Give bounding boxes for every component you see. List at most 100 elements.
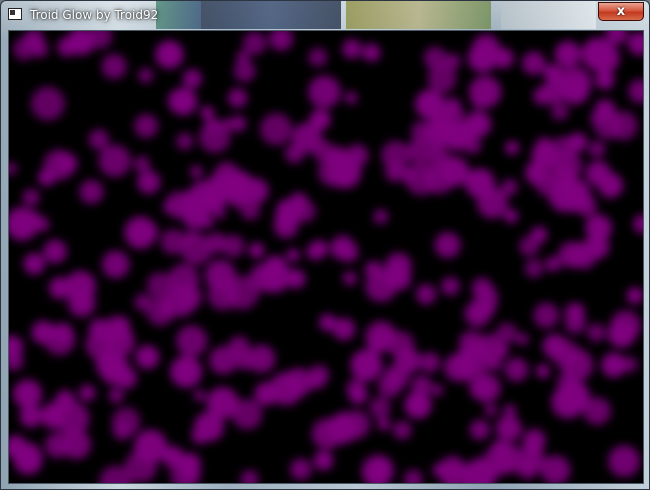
glow-particle [163,200,177,214]
glow-particle [387,331,415,358]
glow-particle [367,48,380,61]
glow-particle [189,165,203,179]
glow-particle [434,232,461,258]
glow-particle [332,318,356,341]
glow-particle [463,135,482,154]
glow-particle [342,39,362,59]
glow-canvas[interactable] [8,30,644,484]
glow-particle [247,344,276,373]
glow-particle [495,415,522,442]
glow-particle [112,421,132,441]
glow-particle [290,458,312,480]
glow-particle [533,86,552,106]
glow-particle [308,47,328,67]
glow-particle [522,428,546,452]
glow-particle [469,419,490,440]
glow-particle [176,325,208,357]
glow-particle [214,162,240,187]
glow-particle [206,232,227,253]
glow-particle [517,458,538,480]
glow-particle [424,116,455,147]
glow-particle [19,405,43,428]
glow-particle [468,375,493,400]
app-window: Troid Glow by Troid92 x [0,0,650,490]
glow-particle [551,102,569,121]
glow-particle [236,50,250,64]
window-title: Troid Glow by Troid92 [30,8,159,22]
glow-particle [88,129,109,150]
glow-particle [536,364,550,379]
glow-particle [31,40,49,58]
glow-particle [471,277,493,299]
glow-particle [346,378,366,399]
glow-particle [108,387,125,404]
glow-particle [260,113,293,146]
glow-particle [308,75,341,109]
glow-particle [101,54,127,79]
glow-particle [350,349,383,382]
glow-particle [327,413,358,445]
app-window-icon[interactable] [8,8,22,20]
glow-particle [286,248,300,262]
glow-particle [133,156,150,173]
glow-particle [101,250,130,279]
glow-particle [264,255,287,278]
glow-particle [423,161,456,194]
glow-particle [554,41,581,68]
glow-particle [146,297,175,327]
glow-particle [231,399,263,430]
glow-particle [27,211,41,225]
glow-particle [170,355,203,388]
glow-particle [587,323,606,342]
glow-particle [23,253,45,275]
glow-particle [441,277,460,296]
glow-particle [55,390,76,410]
glow-particle [308,364,330,386]
glow-particle [416,284,437,305]
glow-particle [176,132,194,150]
glow-particle [306,243,324,261]
glow-particle [43,149,75,181]
glow-particle [343,271,357,286]
glow-particle [423,46,447,70]
glow-particle [516,332,529,346]
glow-particle [330,235,356,261]
title-bar[interactable]: Troid Glow by Troid92 x [1,1,649,29]
glow-particle [248,242,265,259]
glow-particle [404,391,432,419]
glow-particle [535,136,554,155]
glow-particle [182,69,202,89]
glow-particle [345,144,369,167]
glow-particle [138,68,154,83]
glow-particle [388,267,412,291]
glow-particle [543,64,558,80]
glow-particle [472,34,500,61]
glow-particle [191,427,209,445]
glow-particle [240,200,261,220]
glow-particle [292,122,322,153]
glow-particle [242,178,269,204]
glow-particle [381,140,410,170]
glow-particle [313,450,334,471]
glow-particle [254,382,279,406]
glow-particle [608,320,636,348]
glow-particle [22,188,40,207]
glow-particle [155,40,184,69]
glow-particle [242,31,267,55]
glow-particle [344,91,358,105]
close-button[interactable]: x [598,2,644,21]
glow-particle [565,302,585,323]
glow-particle [522,51,546,75]
glow-particle [135,345,160,369]
glow-particle [464,300,492,328]
glow-particle [504,357,529,382]
glow-particle [85,329,116,360]
glow-particle [566,134,583,150]
glow-particle [373,209,389,225]
glow-particle [533,302,560,329]
glow-particle [484,403,498,417]
glow-particle [439,456,466,483]
glow-particle [551,339,580,368]
glow-particle [585,160,611,187]
glow-particle [277,200,291,214]
